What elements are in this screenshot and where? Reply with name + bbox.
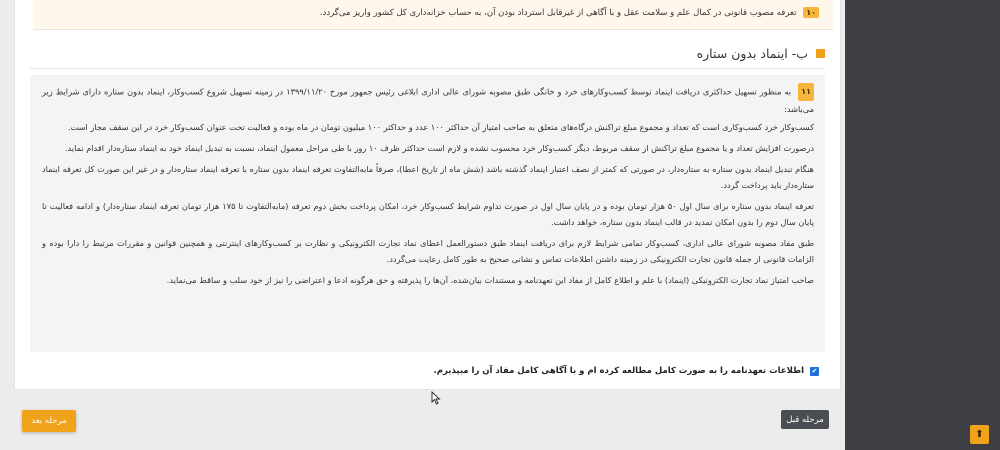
terms-paragraph: ۱۱ به منظور تسهیل حداکثری دریافت اینماد … (42, 83, 814, 117)
section-marker-icon (816, 48, 825, 58)
terms-paragraph: درصورت افزایش تعداد و یا مجموع مبلغ تراک… (64, 143, 814, 153)
scroll-to-top-button[interactable]: ⬆ (970, 425, 989, 444)
agreement-label[interactable]: اطلاعات تعهدنامه را به صورت کامل مطالعه … (434, 366, 804, 376)
clause-number-badge: ۱۱ (798, 83, 814, 101)
mouse-cursor-icon (431, 391, 441, 405)
terms-paragraph: کسب‌وکار خرد کسب‌وکاری است که تعداد و مج… (67, 122, 814, 132)
clause-10-text: تعرفه مصوب قانونی در کمال علم و سلامت عق… (319, 8, 797, 18)
section-divider (30, 68, 825, 69)
right-dark-panel (845, 0, 1000, 450)
terms-paragraph: صاحب امتیاز نماد تجارت الکترونیکی (اینما… (166, 275, 814, 285)
agreement-checkbox[interactable]: ✔ (810, 366, 819, 376)
previous-step-button[interactable]: مرحله قبل (781, 410, 829, 429)
terms-paragraph: طبق مفاد مصوبه شورای عالی اداری، کسب‌وکا… (42, 238, 814, 264)
left-margin (0, 0, 10, 450)
section-heading: ب- اینماد بدون ستاره (697, 44, 825, 62)
next-step-button[interactable]: مرحله بعد (22, 410, 76, 432)
main-page: ۱۰ تعرفه مصوب قانونی در کمال علم و سلامت… (10, 0, 845, 450)
clause-10-box: ۱۰ تعرفه مصوب قانونی در کمال علم و سلامت… (33, 0, 833, 30)
terms-paragraph: هنگام تبدیل اینماد بدون ستاره به ستاره‌د… (42, 164, 814, 190)
clause-number-badge: ۱۰ (803, 7, 819, 18)
terms-box[interactable]: ۱۱ به منظور تسهیل حداکثری دریافت اینماد … (30, 75, 825, 352)
section-title: ب- اینماد بدون ستاره (696, 45, 808, 61)
arrow-up-icon: ⬆ (975, 429, 984, 440)
terms-paragraph: تعرفه اینماد بدون ستاره برای سال اول ۵۰ … (42, 201, 814, 227)
agreement-row[interactable]: ✔ اطلاعات تعهدنامه را به صورت کامل مطالع… (434, 366, 819, 376)
